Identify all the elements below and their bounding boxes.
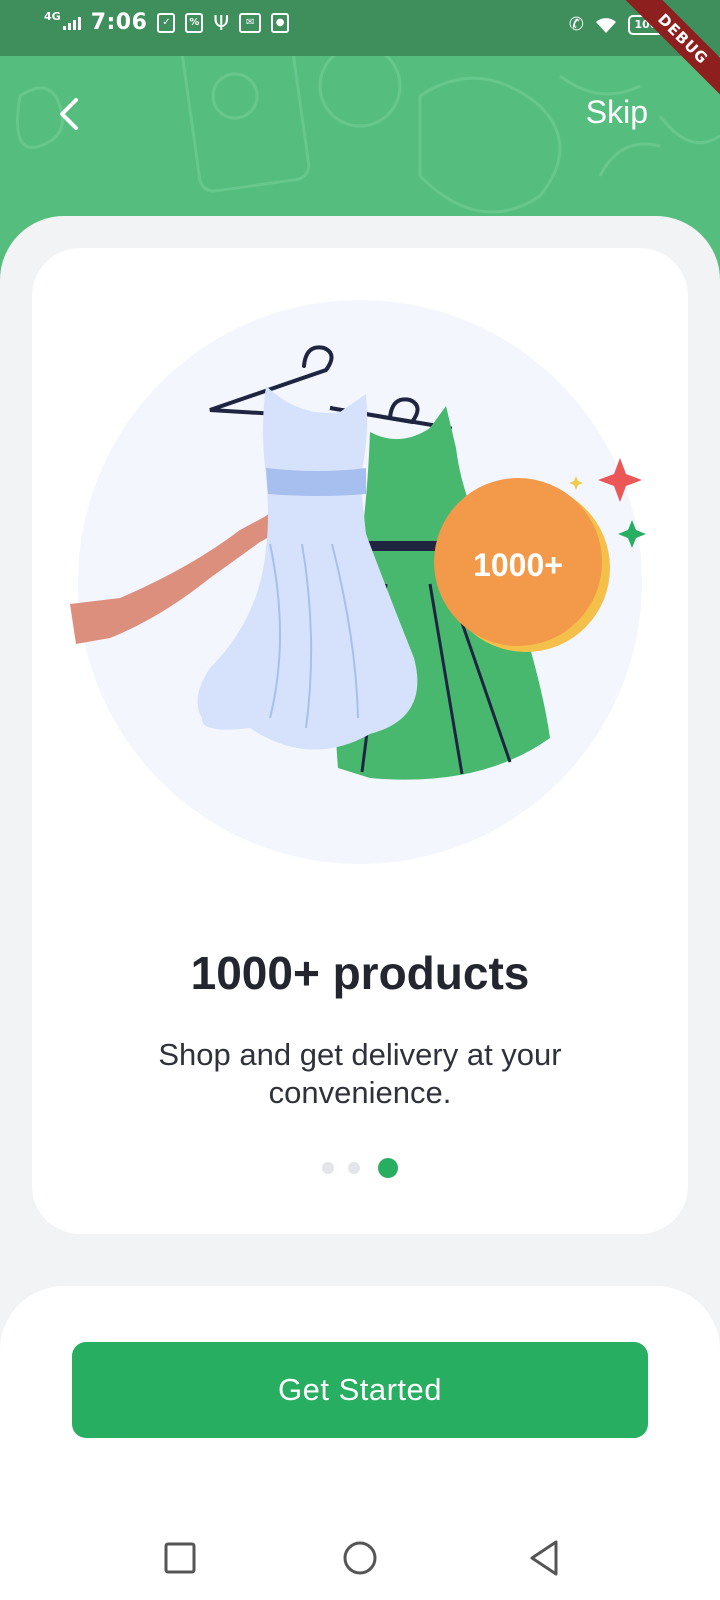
network-type: 4G (44, 10, 61, 23)
checklist-icon: ✓ (157, 12, 176, 33)
usb-settings-icon: % (185, 12, 204, 33)
status-time: 7:06 (90, 10, 148, 35)
chevron-left-icon[interactable] (52, 94, 88, 134)
wifi-calling-icon: ✆ (568, 14, 584, 35)
get-started-button[interactable]: Get Started (72, 1342, 648, 1438)
onboarding-card: 1000+ 1000+ products Shop and get delive… (32, 248, 688, 1234)
circle-icon[interactable] (340, 1538, 380, 1578)
page-dot-1[interactable] (322, 1162, 334, 1174)
skip-button[interactable]: Skip (586, 94, 648, 131)
system-nav-bar (0, 1524, 720, 1588)
onboarding-title: 1000+ products (190, 947, 530, 999)
onboarding-subtitle: Shop and get delivery at your convenienc… (158, 1037, 562, 1110)
page-indicator (32, 1158, 688, 1178)
page-dot-2[interactable] (348, 1162, 360, 1174)
dress-illustration: 1000+ (70, 300, 646, 864)
status-bar: 4G 7:06 ✓ % Ψ ✉ ● ✆ 100 DEBUG (0, 0, 720, 102)
triangle-back-icon[interactable] (526, 1538, 566, 1578)
signal-icon (62, 16, 81, 30)
usb-icon: Ψ (213, 10, 230, 35)
mic-icon: ● (271, 12, 290, 33)
wifi-icon (596, 17, 616, 33)
badge-text: 1000+ (473, 547, 563, 583)
mail-icon: ✉ (239, 12, 262, 33)
status-left: 4G 7:06 ✓ % Ψ ✉ ● (44, 10, 290, 35)
page-dot-3-active[interactable] (378, 1158, 398, 1178)
square-icon[interactable] (160, 1538, 200, 1578)
